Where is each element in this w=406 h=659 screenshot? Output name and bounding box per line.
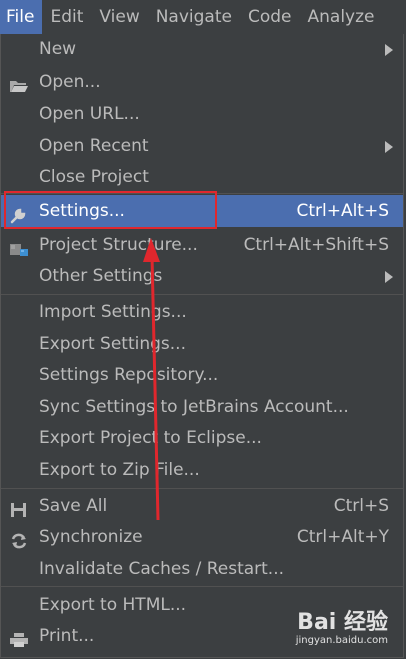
menu-item-label: New	[39, 39, 77, 59]
menu-item-save-all[interactable]: Save All Ctrl+S	[1, 491, 403, 521]
menu-bar: File Edit View Navigate Code Analyze	[0, 0, 406, 34]
menu-item-label: Other Settings	[39, 266, 163, 286]
menu-item-settings[interactable]: Settings... Ctrl+Alt+S	[1, 195, 403, 227]
menu-item-label: Settings Repository...	[39, 365, 219, 385]
wrench-icon	[9, 203, 29, 224]
menu-separator	[1, 294, 403, 295]
menu-item-label: Import Settings...	[39, 302, 187, 322]
menu-view[interactable]: View	[91, 0, 147, 34]
menu-item-label: Export to Zip File...	[39, 460, 200, 480]
menu-item-label: Project Structure...	[39, 235, 198, 255]
menu-item-invalidate-caches[interactable]: Invalidate Caches / Restart...	[1, 554, 403, 584]
sync-icon	[9, 529, 29, 549]
menu-item-other-settings[interactable]: Other Settings	[1, 261, 403, 291]
menu-item-export-settings[interactable]: Export Settings...	[1, 329, 403, 359]
menu-item-open-recent[interactable]: Open Recent	[1, 131, 403, 161]
menu-separator	[1, 586, 403, 587]
menu-item-label: Close Project	[39, 167, 149, 187]
menu-analyze[interactable]: Analyze	[300, 0, 383, 34]
menu-item-label: Synchronize	[39, 527, 143, 547]
menu-navigate[interactable]: Navigate	[148, 0, 240, 34]
menu-item-sync-settings[interactable]: Sync Settings to JetBrains Account...	[1, 392, 403, 422]
menu-item-synchronize[interactable]: Synchronize Ctrl+Alt+Y	[1, 522, 403, 552]
file-menu-dropdown: New Open... Open URL... Open Recent Clos…	[0, 34, 404, 658]
menu-item-label: Open...	[39, 72, 101, 92]
menu-item-import-settings[interactable]: Import Settings...	[1, 297, 403, 327]
menu-separator	[1, 193, 403, 194]
save-icon	[9, 498, 29, 517]
submenu-arrow-icon	[385, 44, 393, 56]
menu-item-export-html[interactable]: Export to HTML...	[1, 590, 403, 620]
menu-item-project-structure[interactable]: Project Structure... Ctrl+Alt+Shift+S	[1, 230, 403, 260]
menu-item-export-eclipse[interactable]: Export Project to Eclipse...	[1, 423, 403, 453]
menu-item-shortcut: Ctrl+Alt+Y	[296, 527, 389, 547]
menu-item-open[interactable]: Open...	[1, 67, 403, 97]
menu-item-label: Export Settings...	[39, 334, 186, 354]
menu-item-new[interactable]: New	[1, 34, 403, 64]
folder-open-icon	[9, 74, 29, 92]
menu-item-export-zip[interactable]: Export to Zip File...	[1, 455, 403, 485]
menu-item-label: Print...	[39, 626, 95, 646]
menu-item-label: Settings...	[39, 201, 125, 221]
menu-item-close-project[interactable]: Close Project	[1, 162, 403, 192]
menu-separator	[1, 488, 403, 489]
menu-item-label: Sync Settings to JetBrains Account...	[39, 397, 349, 417]
submenu-arrow-icon	[385, 271, 393, 283]
menu-file[interactable]: File	[0, 0, 43, 34]
menu-item-label: Export to HTML...	[39, 595, 187, 615]
menu-item-shortcut: Ctrl+Alt+Shift+S	[243, 235, 389, 255]
menu-item-label: Save All	[39, 496, 108, 516]
menu-item-settings-repository[interactable]: Settings Repository...	[1, 360, 403, 390]
menu-item-shortcut: Ctrl+S	[333, 496, 389, 516]
menu-item-label: Export Project to Eclipse...	[39, 428, 262, 448]
project-structure-icon	[9, 237, 29, 256]
submenu-arrow-icon	[385, 141, 393, 153]
menu-item-print[interactable]: Print...	[1, 621, 403, 651]
menu-item-open-url[interactable]: Open URL...	[1, 99, 403, 129]
menu-item-shortcut: Ctrl+Alt+S	[296, 201, 389, 221]
printer-icon	[9, 628, 29, 647]
menu-item-label: Invalidate Caches / Restart...	[39, 559, 285, 579]
menu-edit[interactable]: Edit	[42, 0, 91, 34]
menu-item-label: Open Recent	[39, 136, 149, 156]
menu-item-label: Open URL...	[39, 104, 140, 124]
menu-code[interactable]: Code	[240, 0, 300, 34]
